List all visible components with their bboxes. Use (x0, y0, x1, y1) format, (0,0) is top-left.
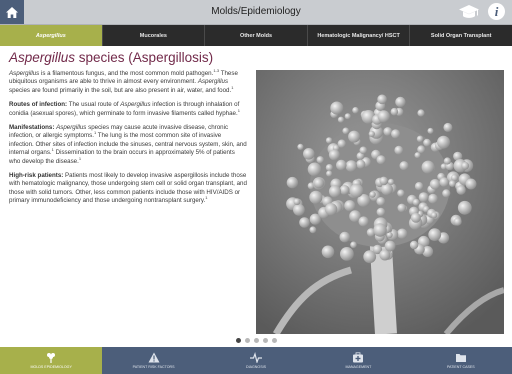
article-title: Aspergillus species (Aspergillosis) (9, 50, 213, 65)
info-icon[interactable]: i (488, 3, 505, 20)
routes-paragraph: Routes of infection: The usual route of … (9, 101, 247, 118)
nav-label: MANAGEMENT (345, 365, 372, 369)
page-dot[interactable] (262, 338, 268, 343)
risk-label: High-risk patients: (9, 172, 64, 180)
intro-text: species are found primarily in the soil,… (9, 86, 232, 94)
nav-label: PATIENT CASES (446, 365, 475, 369)
page-indicator (0, 338, 512, 344)
page-title: Molds/Epidemiology (211, 6, 301, 17)
article-title-genus: Aspergillus (9, 50, 76, 65)
graduation-cap-icon[interactable] (458, 4, 480, 20)
manifestations-label: Manifestations: (9, 124, 55, 132)
genus-text: Aspergillus (9, 70, 40, 77)
tab-mucorales[interactable]: Mucorales (103, 25, 206, 46)
page-dot[interactable] (235, 338, 241, 343)
nav-diagnosis[interactable]: DIAGNOSIS (205, 347, 307, 374)
warning-icon (148, 352, 160, 363)
reference-marker: 1 (78, 155, 82, 161)
home-icon (6, 6, 18, 18)
reference-marker: 1 (231, 84, 234, 90)
page-dot[interactable] (271, 338, 277, 343)
medical-kit-icon (353, 352, 364, 363)
genus-text: Aspergillus (56, 124, 87, 132)
risk-paragraph: High-risk patients: Patients most likely… (9, 172, 247, 206)
mold-icon (47, 353, 56, 363)
folder-icon (455, 354, 466, 362)
page-dot[interactable] (244, 338, 250, 343)
pulse-icon (250, 352, 263, 363)
aspergillus-micrograph (256, 70, 504, 334)
tab-solid-organ-transplant[interactable]: Solid Organ Transplant (410, 25, 512, 46)
genus-text: Aspergillus (120, 101, 151, 109)
nav-label: MOLDS EPIDEMIOLOGY (30, 365, 72, 369)
routes-text: The usual route of (67, 101, 121, 109)
nav-patient-cases[interactable]: PATIENT CASES (410, 347, 512, 374)
section-tabs: Aspergillus Mucorales Other Molds Hemato… (0, 25, 512, 46)
intro-text: is a filamentous fungus, and the most co… (39, 70, 214, 77)
top-bar: Molds/Epidemiology i (0, 0, 512, 25)
nav-management[interactable]: MANAGEMENT (307, 347, 409, 374)
routes-label: Routes of infection: (9, 101, 68, 109)
page-dot[interactable] (253, 338, 259, 343)
home-button[interactable] (0, 0, 24, 24)
nav-label: PATIENT RISK FACTORS (132, 365, 175, 369)
tab-hematologic-malignancy[interactable]: Hematologic Malignancy/ HSCT (308, 25, 411, 46)
tab-other-molds[interactable]: Other Molds (205, 25, 308, 46)
article-title-rest: species (Aspergillosis) (75, 50, 214, 65)
manifestations-paragraph: Manifestations: Aspergillus species may … (9, 124, 247, 166)
nav-patient-risk-factors[interactable]: PATIENT RISK FACTORS (102, 347, 204, 374)
nav-molds-epidemiology[interactable]: MOLDS EPIDEMIOLOGY (0, 347, 103, 374)
intro-paragraph: Aspergillus is a filamentous fungus, and… (9, 68, 247, 95)
reference-marker: 1 (237, 107, 240, 113)
tab-aspergillus[interactable]: Aspergillus (0, 25, 103, 46)
article-body: Aspergillus is a filamentous fungus, and… (9, 68, 247, 212)
bottom-nav: MOLDS EPIDEMIOLOGY PATIENT RISK FACTORS … (0, 347, 512, 374)
nav-label: DIAGNOSIS (246, 365, 266, 369)
reference-marker: 1 (205, 195, 208, 201)
genus-text: Aspergillus (197, 78, 229, 86)
